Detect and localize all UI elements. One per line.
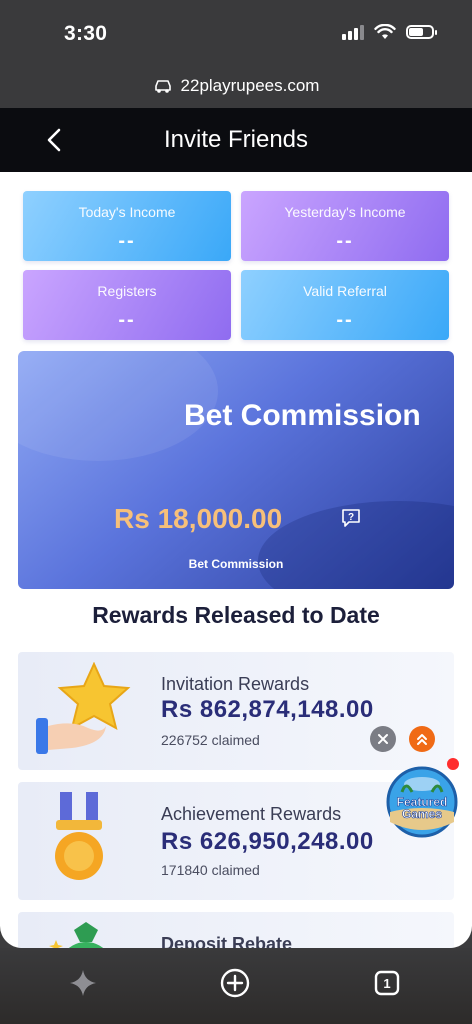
stat-card-today-income: Today's Income -- bbox=[23, 191, 231, 261]
new-tab-button[interactable] bbox=[218, 966, 252, 1000]
featured-games-badge[interactable]: Featured Games bbox=[386, 766, 458, 838]
page-title: Invite Friends bbox=[163, 126, 309, 153]
double-chevron-up-icon bbox=[417, 734, 427, 745]
hand-star-icon bbox=[36, 662, 131, 754]
rewards-heading: Rewards Released to Date bbox=[92, 602, 380, 628]
wifi-icon bbox=[374, 24, 396, 39]
close-float-button[interactable] bbox=[370, 726, 396, 752]
status-icons bbox=[342, 24, 437, 40]
url-text: 22playrupees.com bbox=[180, 76, 320, 95]
stat-card-yesterday-income: Yesterday's Income -- bbox=[241, 191, 449, 261]
decorative-wave-graphic bbox=[18, 351, 454, 589]
sparkle-button[interactable] bbox=[66, 966, 100, 1000]
status-bar: 3:30 bbox=[0, 0, 472, 64]
money-bag-icon bbox=[49, 922, 104, 948]
stat-label: Registers bbox=[97, 283, 157, 299]
site-car-icon bbox=[154, 80, 171, 93]
commission-amount: Rs 18,000.00 bbox=[114, 503, 283, 534]
reward-claimed: 226752 claimed bbox=[161, 732, 260, 748]
reward-title: Achievement Rewards bbox=[161, 804, 342, 824]
tabs-count: 1 bbox=[383, 976, 390, 991]
tabs-button[interactable]: 1 bbox=[370, 966, 404, 1000]
stat-value: -- bbox=[336, 309, 354, 331]
commission-title: Bet Commission bbox=[184, 399, 421, 432]
help-icon[interactable]: ? bbox=[340, 507, 362, 529]
close-icon bbox=[378, 734, 388, 744]
medal-icon bbox=[55, 792, 103, 880]
tabs-icon: 1 bbox=[374, 970, 400, 996]
stat-value: -- bbox=[118, 230, 136, 252]
reward-title: Deposit Rebate bbox=[161, 934, 293, 948]
stat-value: -- bbox=[118, 309, 136, 331]
status-time: 3:30 bbox=[64, 22, 108, 45]
stat-label: Today's Income bbox=[78, 204, 176, 220]
scroll-to-top-button[interactable] bbox=[409, 726, 435, 752]
notification-dot bbox=[447, 758, 459, 770]
featured-label-line2: Games bbox=[402, 807, 442, 821]
app-header: Invite Friends bbox=[0, 108, 472, 172]
reward-amount: Rs 862,874,148.00 bbox=[161, 696, 374, 723]
stat-value: -- bbox=[336, 230, 354, 252]
cellular-signal-icon bbox=[342, 24, 364, 40]
battery-icon bbox=[406, 25, 437, 39]
svg-text:?: ? bbox=[348, 512, 354, 523]
reward-card-invitation: Invitation Rewards Rs 862,874,148.00 226… bbox=[18, 652, 454, 770]
plus-circle-icon bbox=[220, 968, 250, 998]
reward-amount: Rs 626,950,248.00 bbox=[161, 828, 374, 855]
sparkle-icon bbox=[70, 970, 96, 996]
reward-title: Invitation Rewards bbox=[161, 674, 310, 694]
browser-url-bar[interactable]: 22playrupees.com bbox=[0, 64, 472, 108]
main-content[interactable]: Today's Income -- Yesterday's Income -- … bbox=[0, 172, 472, 948]
commission-subtitle: Bet Commission bbox=[188, 557, 284, 571]
stat-label: Yesterday's Income bbox=[284, 204, 406, 220]
featured-games-icon: Featured Games bbox=[386, 766, 458, 838]
bet-commission-card: Bet Commission Rs 18,000.00 ? Bet Commis… bbox=[18, 351, 454, 589]
stat-label: Valid Referral bbox=[303, 283, 387, 299]
browser-bottom-toolbar: 1 bbox=[0, 948, 472, 1024]
stat-card-registers: Registers -- bbox=[23, 270, 231, 340]
reward-claimed: 171840 claimed bbox=[161, 862, 260, 878]
stat-card-valid-referral: Valid Referral -- bbox=[241, 270, 449, 340]
reward-card-deposit-rebate: Deposit Rebate bbox=[18, 912, 454, 948]
